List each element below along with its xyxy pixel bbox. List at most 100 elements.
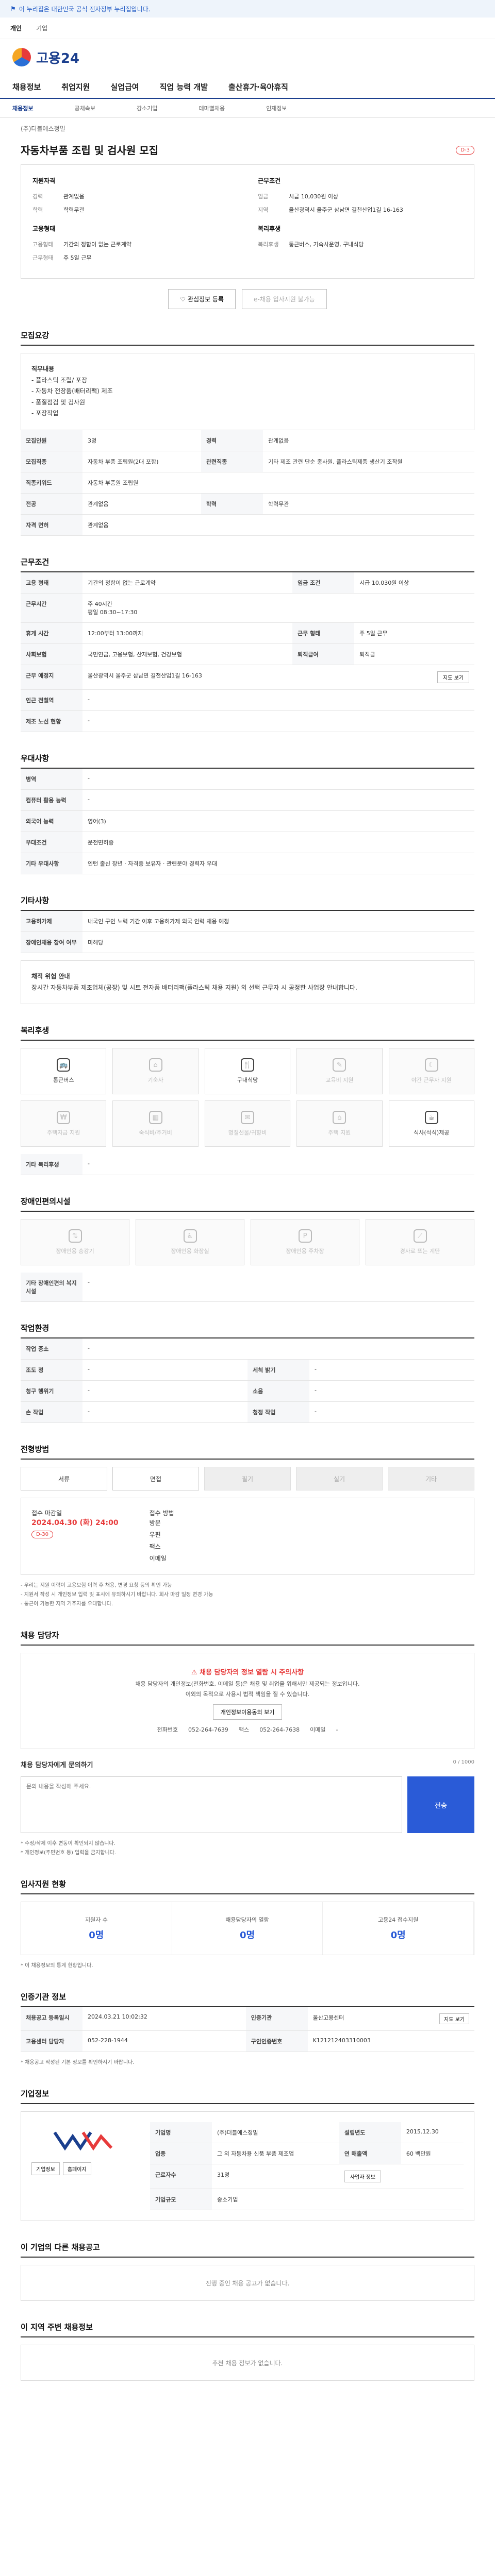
inquiry-send-button[interactable]: 전송: [407, 1776, 474, 1834]
kv-key: 임금: [258, 193, 269, 200]
cell-key: 직종키워드: [21, 472, 82, 494]
deadline-col: 접수 마감일 2024.04.30 (화) 24:00 D-30: [31, 1509, 119, 1564]
cell-value: 울산광역시 울주군 삼남면 길천산업1길 16-163 지도 보기: [82, 665, 474, 690]
menu-job-info[interactable]: 채용정보: [12, 81, 41, 92]
benefit-label: 주택자금 지원: [47, 1129, 80, 1137]
benefit-card: ₩ 주택자금 지원: [21, 1100, 107, 1147]
email-value: -: [336, 1726, 338, 1734]
map-button[interactable]: 지도 보기: [437, 671, 469, 683]
disabled-label: 경사로 또는 계단: [400, 1248, 440, 1255]
kv-value: 학력무관: [63, 207, 85, 213]
sub-job-info[interactable]: 채용정보: [12, 104, 33, 112]
cell-key: 경력: [201, 430, 263, 451]
cell-value: -: [82, 1154, 474, 1176]
cell-key: 소음: [248, 1380, 309, 1402]
company-logo-icon: [53, 2131, 113, 2151]
gift-icon: ✉: [240, 1111, 254, 1125]
cell-value: 영어(3): [82, 810, 474, 832]
sub-public[interactable]: 공채속보: [74, 104, 95, 112]
apply-button[interactable]: e-채용 입사지원 불가능: [241, 289, 327, 309]
cell-value: 2024.03.21 10:02:32: [82, 2007, 246, 2031]
method-title: 접수 방법: [149, 1510, 174, 1517]
inquiry-header: 채용 담당자에게 문의하기 0 / 1000: [21, 1759, 474, 1769]
business-info-button[interactable]: 사업자 정보: [344, 2171, 382, 2183]
cell-key: 모집직종: [21, 451, 82, 472]
kv-value: 관계없음: [63, 193, 85, 200]
fax-value: 052-264-7638: [259, 1726, 300, 1734]
menu-maternity[interactable]: 출산휴가·육아휴직: [228, 81, 288, 92]
cell-value: -: [309, 1401, 474, 1423]
other-jobs-empty: 진행 중인 채용 공고가 없습니다.: [21, 2265, 474, 2301]
med-icon: ⌂: [333, 1111, 346, 1125]
company-info-button[interactable]: 기업정보: [31, 2162, 60, 2176]
sub-strong[interactable]: 강소기업: [137, 104, 157, 112]
cell-value: 미해당: [82, 931, 474, 953]
inquiry-input[interactable]: [21, 1776, 402, 1834]
cell-value: 관계없음: [82, 514, 474, 536]
stat-value: 0명: [89, 1930, 104, 1941]
section-around: 이 지역 주변 채용정보: [21, 2321, 474, 2338]
site-logo[interactable]: 고용24: [0, 39, 495, 75]
menu-unemployment[interactable]: 실업급여: [110, 81, 139, 92]
stat-value: 0명: [239, 1930, 255, 1941]
process-steps: 서류 면접 필기 실기 기타: [21, 1467, 474, 1491]
dday-badge: D-3: [456, 146, 474, 155]
section-recruit: 모집요강: [21, 330, 474, 346]
agency-name: 울산고용센터: [312, 2014, 344, 2022]
sub-talent[interactable]: 인재정보: [266, 104, 287, 112]
summary-left-title: 지원자격: [32, 177, 56, 184]
duty-content: - 플라스틱 조립/ 포장 - 자동차 전장품(배터리팩) 제조 - 품질점검 …: [31, 376, 113, 417]
company-logo-col: 기업정보 홈페이지: [31, 2122, 135, 2210]
topnav-personal[interactable]: 개인: [10, 24, 22, 32]
cell-key: 컴퓨터 활용 능력: [21, 789, 82, 811]
disabled-card: ⟋ 경사로 또는 계단: [366, 1219, 474, 1266]
consent-button[interactable]: 개인정보이용동의 보기: [212, 1704, 283, 1720]
benefit-card: ☾ 야간 근무자 지원: [388, 1048, 474, 1095]
topnav-company[interactable]: 기업: [36, 24, 47, 32]
cell-key: 임금 조건: [292, 572, 355, 594]
company-buttons: 기업정보 홈페이지: [31, 2162, 135, 2176]
cell-value: 관계없음: [262, 430, 474, 451]
interest-button-label: 관심정보 등록: [187, 296, 224, 303]
period-map-button[interactable]: 지도 보기: [439, 2013, 469, 2025]
cell-key: 청정 작업: [248, 1401, 309, 1423]
menu-employment-support[interactable]: 취업지원: [61, 81, 90, 92]
phone-value: 052-264-7639: [188, 1726, 228, 1734]
stat-online: 고용24 접수지원 0명: [323, 1902, 474, 1955]
menu-training[interactable]: 직업 능력 개발: [160, 81, 208, 92]
section-disabled: 장애인편의시설: [21, 1196, 474, 1212]
cell-value: 기간의 정함이 없는 근로계약: [82, 572, 293, 594]
benefit-card: ✉ 명절선물/귀향비: [204, 1100, 291, 1147]
kv-value: 기간의 정함이 없는 근로계약: [63, 241, 131, 248]
cell-value: 주 5일 근무: [354, 622, 474, 644]
inquiry-title: 채용 담당자에게 문의하기: [21, 1761, 93, 1770]
cell-value: -: [82, 768, 474, 790]
kv-key: 근무형태: [32, 255, 54, 261]
cell-value: 퇴직금: [354, 643, 474, 665]
cell-key: 기타 복리후생: [21, 1154, 82, 1176]
sub-theme[interactable]: 테마별채용: [199, 104, 225, 112]
benefit-card: 🚌 통근버스: [21, 1048, 107, 1095]
notice-title: 채적 위험 안내: [31, 972, 70, 980]
duty-title: 직무내용: [31, 365, 55, 372]
deadline-badge: D-30: [31, 1531, 54, 1539]
interest-button[interactable]: ♡ 관심정보 등록: [168, 289, 236, 309]
benefit-card: ▦ 숙식비/주거비: [112, 1100, 199, 1147]
process-notes: - 우리는 지원 이력이 고용보험 이력 후 채용, 변경 요청 등의 확인 가…: [21, 1583, 213, 1607]
top-nav: 개인 기업: [0, 18, 495, 39]
around-empty: 추천 채용 정보가 없습니다.: [21, 2345, 474, 2381]
stats-box: 지원자 수 0명 채용담당자의 열람 0명 고용24 접수지원 0명: [21, 1902, 474, 1956]
job-summary: 지원자격 경력 관계없음 학력 학력무관 고용형태 고용형태 기간의 정함이 없는 근…: [21, 164, 474, 279]
cell-value: 2015.12.30: [401, 2122, 464, 2144]
benefit-label: 야간 근무자 지원: [411, 1077, 452, 1084]
deadline-title: 접수 마감일: [31, 1510, 62, 1517]
benefit-label: 통근버스: [53, 1077, 74, 1084]
logo-icon: [12, 48, 31, 66]
process-step: 기타: [388, 1467, 474, 1491]
dorm-icon: ▦: [148, 1111, 162, 1125]
homepage-button[interactable]: 홈페이지: [62, 2162, 91, 2176]
cell-value: 주 40시간 평일 08:30~17:30: [82, 593, 474, 623]
recruit-table: 모집인원 3명 경력 관계없음 모집직종 자동차 부품 조립원(2대 포함) 관련직종 기타…: [21, 430, 474, 536]
cell-value: 그 외 자동차용 신품 부품 제조업: [212, 2143, 339, 2165]
company-name[interactable]: (주)더블에스정밀: [21, 124, 474, 133]
